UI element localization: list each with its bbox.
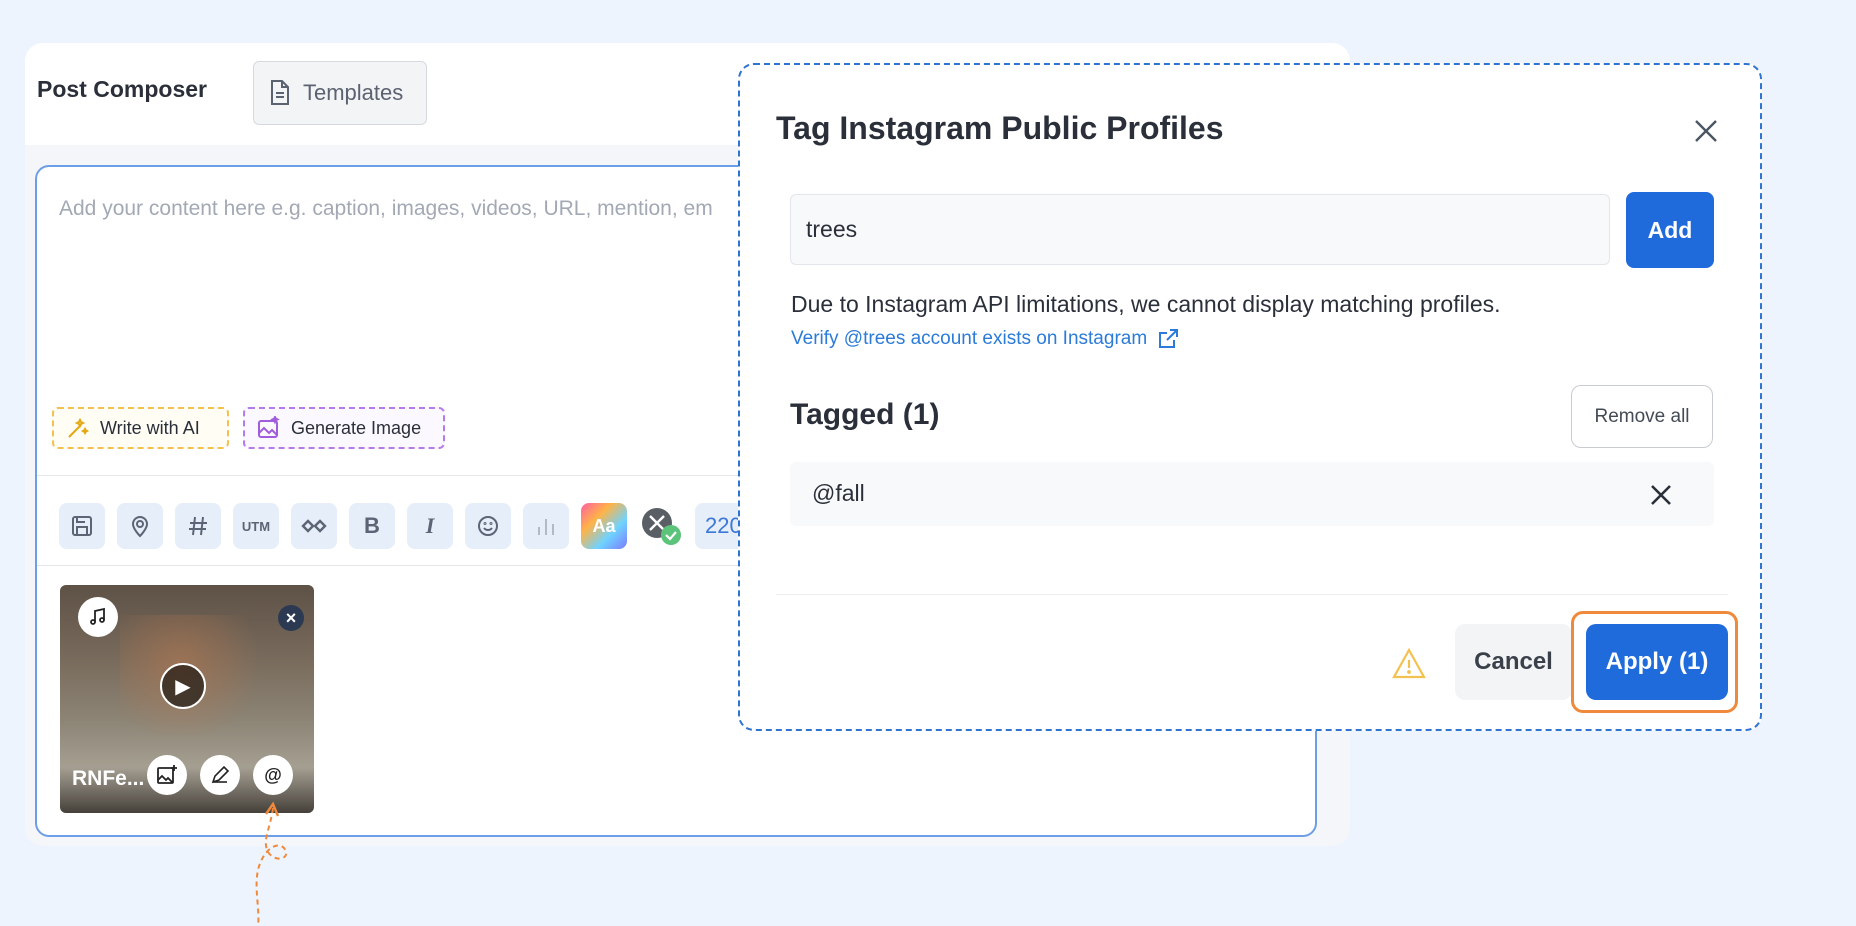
tagged-profile-handle: @fall [812, 480, 865, 506]
profile-search-input[interactable] [790, 194, 1610, 265]
generate-image-button[interactable]: Generate Image [243, 407, 445, 449]
generate-image-label: Generate Image [291, 417, 422, 438]
at-sign-icon: @ [264, 764, 282, 785]
play-button[interactable]: ▶ [160, 663, 206, 709]
chart-icon [538, 519, 554, 535]
write-with-ai-label: Write with AI [100, 417, 200, 438]
write-with-ai-button[interactable]: Write with AI [52, 407, 229, 449]
media-thumbnail[interactable]: × ▶ RNFe... @ [60, 585, 314, 813]
external-link-icon [1159, 329, 1179, 348]
verify-link-label: Verify @trees account exists on Instagra… [791, 328, 1148, 349]
chart-button[interactable] [523, 503, 569, 549]
magic-wand-icon [68, 417, 90, 438]
tag-profiles-button[interactable]: @ [253, 755, 293, 795]
modal-title: Tag Instagram Public Profiles [776, 110, 1224, 146]
media-name: RNFe... [72, 767, 145, 790]
emoji-icon [478, 516, 498, 536]
remove-all-button[interactable]: Remove all [1571, 385, 1713, 448]
apply-button[interactable]: Apply (1) [1586, 624, 1728, 700]
templates-label: Templates [303, 80, 404, 105]
tag-profiles-modal: Tag Instagram Public Profiles Add Due to… [738, 63, 1762, 731]
bold-button[interactable]: B [349, 503, 395, 549]
remove-media-button[interactable]: × [278, 605, 304, 631]
music-button[interactable] [78, 597, 118, 637]
image-add-icon [157, 765, 177, 784]
play-icon: ▶ [175, 675, 191, 698]
templates-button[interactable]: Templates [253, 61, 427, 125]
character-count-value: 220 [705, 513, 742, 538]
tagged-heading: Tagged (1) [790, 398, 940, 431]
edit-media-button[interactable] [200, 755, 240, 795]
location-button[interactable] [117, 503, 163, 549]
apply-highlight: Apply (1) [1571, 611, 1738, 713]
utm-icon: UTM [241, 518, 271, 534]
editor-placeholder: Add your content here e.g. caption, imag… [59, 197, 713, 220]
pencil-icon [211, 765, 230, 784]
x-account-button[interactable] [639, 503, 685, 549]
hashtag-button[interactable] [175, 503, 221, 549]
save-icon [72, 516, 92, 536]
add-button[interactable]: Add [1626, 192, 1714, 268]
remove-tag-icon[interactable] [1648, 482, 1674, 508]
close-icon: × [285, 607, 297, 628]
font-style-button[interactable]: Aa [581, 503, 627, 549]
add-cover-button[interactable] [147, 755, 187, 795]
document-icon [271, 80, 289, 105]
link-icon [301, 519, 327, 533]
utm-button[interactable]: UTM [233, 503, 279, 549]
location-icon [131, 516, 149, 538]
music-icon [90, 607, 105, 625]
close-icon[interactable] [1690, 115, 1722, 147]
save-draft-button[interactable] [59, 503, 105, 549]
modal-footer-divider [776, 594, 1728, 595]
pointer-arrow-icon [255, 801, 287, 926]
hashtag-icon [189, 516, 207, 536]
link-button[interactable] [291, 503, 337, 549]
image-sparkle-icon [258, 416, 280, 438]
tagged-profile-row: @fall [790, 462, 1714, 526]
italic-button[interactable]: I [407, 503, 453, 549]
font-style-icon: Aa [592, 515, 616, 536]
warning-icon [1392, 647, 1426, 679]
x-account-icon [642, 508, 681, 545]
bold-icon: B [364, 513, 380, 538]
composer-title: Post Composer [37, 76, 207, 102]
verify-account-link[interactable]: Verify @trees account exists on Instagra… [791, 328, 1179, 350]
emoji-button[interactable] [465, 503, 511, 549]
api-limitation-notice: Due to Instagram API limitations, we can… [791, 291, 1501, 317]
cancel-button[interactable]: Cancel [1455, 624, 1572, 700]
italic-icon: I [425, 513, 435, 538]
